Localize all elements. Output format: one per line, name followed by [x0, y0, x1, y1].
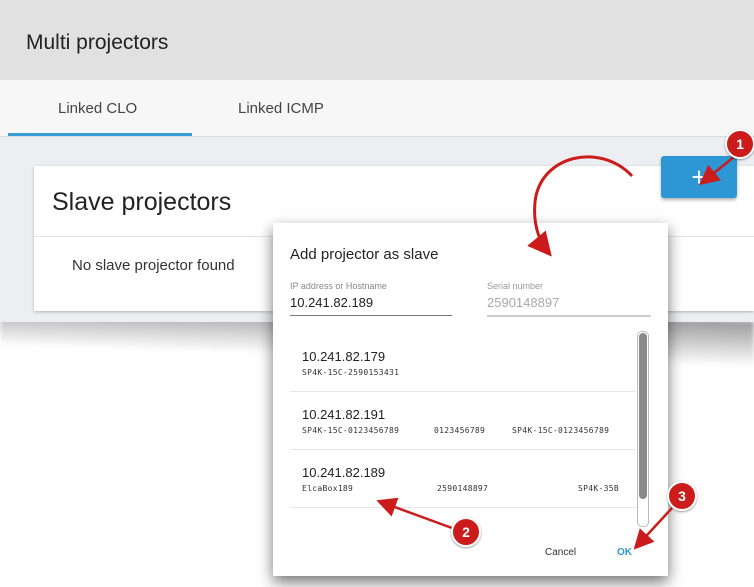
- arrow-2-line: [376, 497, 453, 530]
- annotation-arrows: [376, 155, 736, 550]
- arrow-1-line: [699, 155, 736, 186]
- arrow-3-line: [633, 507, 673, 550]
- curved-arrow: [527, 155, 634, 257]
- callout-badge-2: 2: [451, 517, 481, 547]
- callout-badge-1: 1: [725, 129, 754, 159]
- callout-badge-3: 3: [667, 481, 697, 511]
